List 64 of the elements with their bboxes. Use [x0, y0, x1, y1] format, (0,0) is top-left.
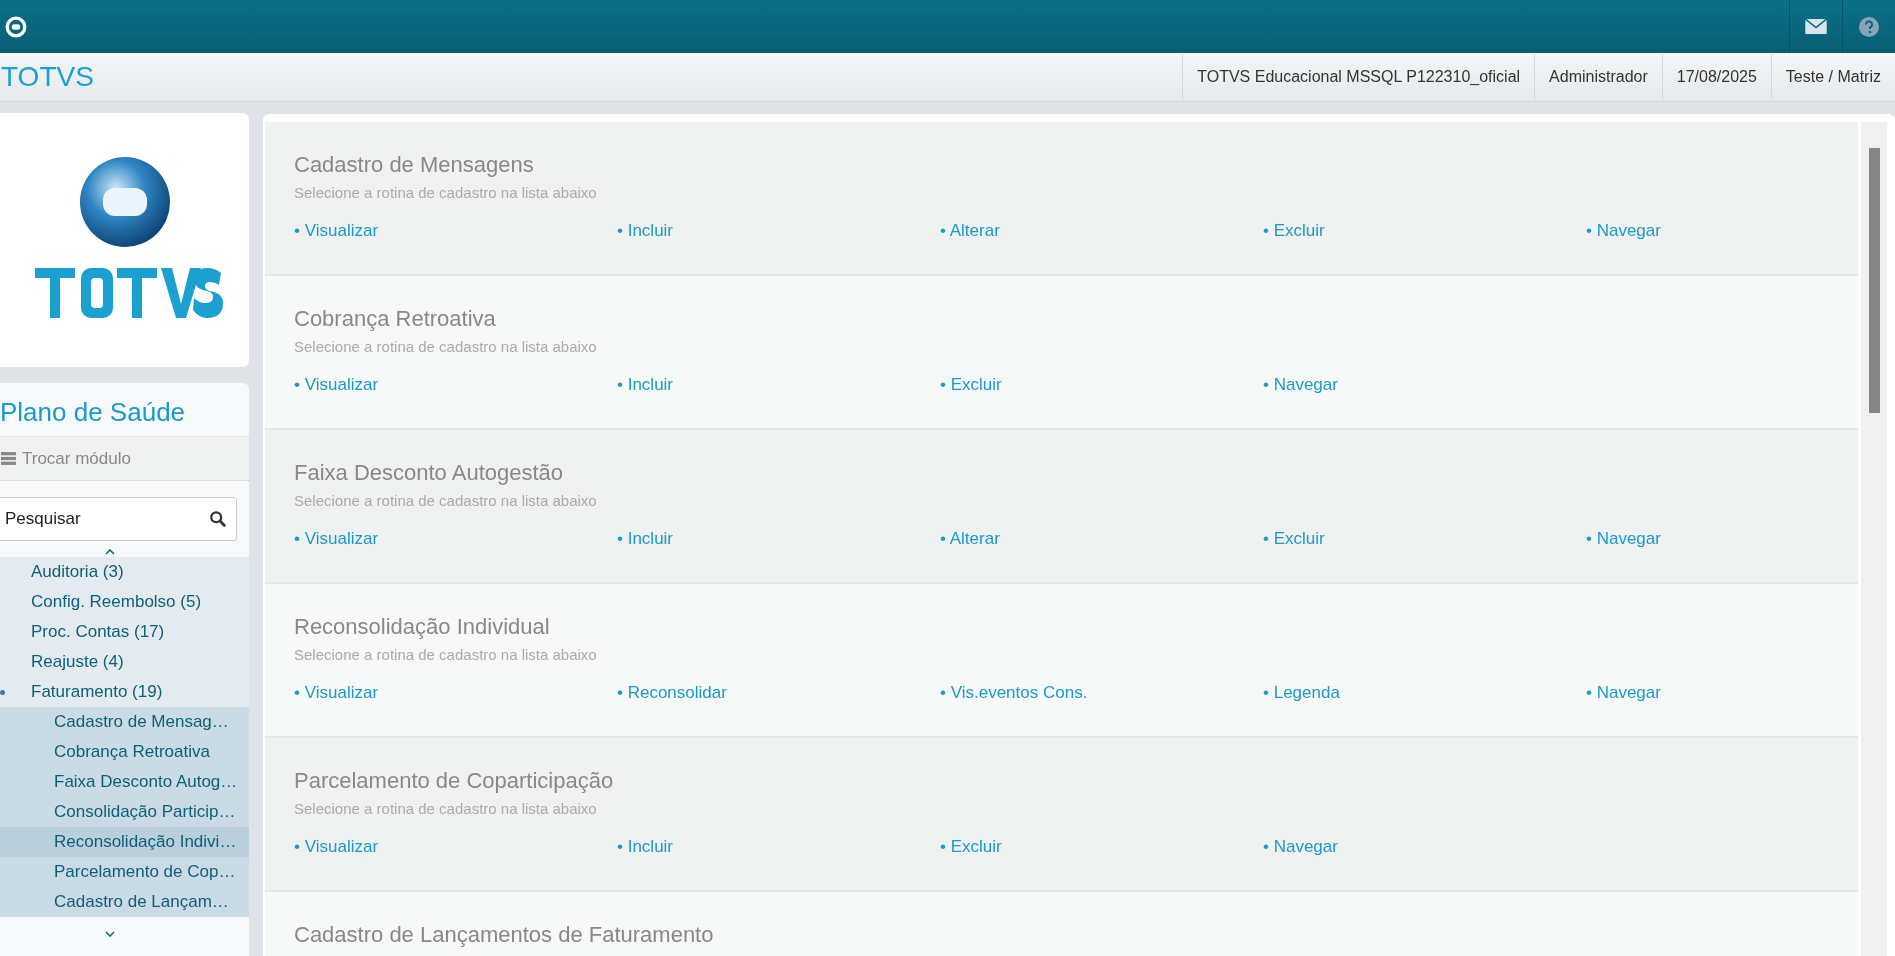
action-link[interactable]: • Alterar [940, 221, 1263, 241]
mail-icon[interactable] [1805, 19, 1827, 34]
menu-item[interactable]: Proc. Contas (17) [0, 617, 249, 647]
search-field[interactable]: Pesquisar [0, 497, 237, 541]
routine-title: Parcelamento de Coparticipação [294, 768, 615, 794]
submenu-item[interactable]: Parcelamento de Cop… [0, 857, 249, 887]
action-link[interactable]: • Visualizar [294, 683, 617, 703]
submenu-item[interactable]: Consolidação Particip… [0, 797, 249, 827]
action-link[interactable]: • Excluir [940, 837, 1263, 857]
action-link[interactable]: • Visualizar [294, 375, 617, 395]
menu-item[interactable]: Config. Reembolso (5) [0, 587, 249, 617]
submenu-item[interactable]: Reconsolidação Indivi… [0, 827, 249, 857]
action-link[interactable]: • Vis.eventos Cons. [940, 683, 1263, 703]
module-title: Plano de Saúde [0, 396, 187, 429]
logo-icon[interactable] [5, 15, 27, 38]
action-link[interactable]: • Visualizar [294, 529, 617, 549]
submenu-item[interactable]: Faixa Desconto Autog… [0, 767, 249, 797]
action-link[interactable]: • Navegar [1263, 375, 1586, 395]
action-link[interactable]: • Navegar [1263, 837, 1586, 857]
routine-title: Faixa Desconto Autogestão [294, 460, 565, 486]
action-link[interactable]: • Incluir [617, 837, 940, 857]
help-icon[interactable] [1859, 16, 1879, 37]
switch-module-button[interactable]: Trocar módulo [0, 436, 249, 481]
action-link[interactable]: • Excluir [1263, 529, 1586, 549]
menu-item[interactable]: Reajuste (4) [0, 647, 249, 677]
header-info: 17/08/2025 [1661, 54, 1771, 100]
submenu-item[interactable]: Cadastro de Lançam… [0, 887, 249, 917]
routine-title: Reconsolidação Individual [294, 614, 551, 640]
action-link[interactable]: • Navegar [1586, 683, 1858, 703]
action-link[interactable]: • Visualizar [294, 837, 617, 857]
routine-subtitle: Selecione a rotina de cadastro na lista abaixo [294, 800, 598, 817]
action-link[interactable]: • Excluir [1263, 221, 1586, 241]
submenu-item[interactable]: Cadastro de Mensag… [0, 707, 249, 737]
search-icon[interactable] [209, 510, 227, 528]
routine-title: Cadastro de Lançamentos de Faturamento [294, 922, 715, 948]
action-link[interactable]: • Navegar [1586, 221, 1858, 241]
action-link[interactable]: • Navegar [1586, 529, 1858, 549]
menu-item[interactable]: Auditoria (3) [0, 557, 249, 587]
routine-title: Cadastro de Mensagens [294, 152, 535, 178]
header-info: Teste / Matriz [1770, 54, 1895, 100]
scroll-down-icon[interactable] [104, 931, 115, 937]
submenu-item[interactable]: Cobrança Retroativa [0, 737, 249, 767]
expanded-dot-icon [0, 689, 5, 695]
action-link[interactable]: • Incluir [617, 221, 940, 241]
routine-subtitle: Selecione a rotina de cadastro na lista abaixo [294, 184, 598, 201]
brand-title: TOTVS [1, 61, 94, 93]
routine-subtitle: Selecione a rotina de cadastro na lista abaixo [294, 492, 598, 509]
header-info: Administrador [1534, 54, 1662, 100]
header-info: TOTVS Educacional MSSQL P122310_oficial [1182, 54, 1535, 100]
action-link[interactable]: • Incluir [617, 529, 940, 549]
action-link[interactable]: • Legenda [1263, 683, 1586, 703]
action-link[interactable]: • Alterar [940, 529, 1263, 549]
menu-icon [1, 452, 16, 465]
routine-subtitle: Selecione a rotina de cadastro na lista abaixo [294, 338, 598, 355]
action-link[interactable]: • Excluir [940, 375, 1263, 395]
routine-subtitle: Selecione a rotina de cadastro na lista abaixo [294, 646, 598, 663]
action-link[interactable]: • Visualizar [294, 221, 617, 241]
scrollbar[interactable] [1858, 122, 1887, 956]
action-link[interactable]: • Reconsolidar [617, 683, 940, 703]
menu-item[interactable]: Faturamento (19) [0, 677, 249, 707]
routine-title: Cobrança Retroativa [294, 306, 497, 332]
scrollbar-thumb[interactable] [1868, 148, 1880, 413]
scroll-up-icon[interactable] [104, 549, 115, 555]
action-link[interactable]: • Incluir [617, 375, 940, 395]
